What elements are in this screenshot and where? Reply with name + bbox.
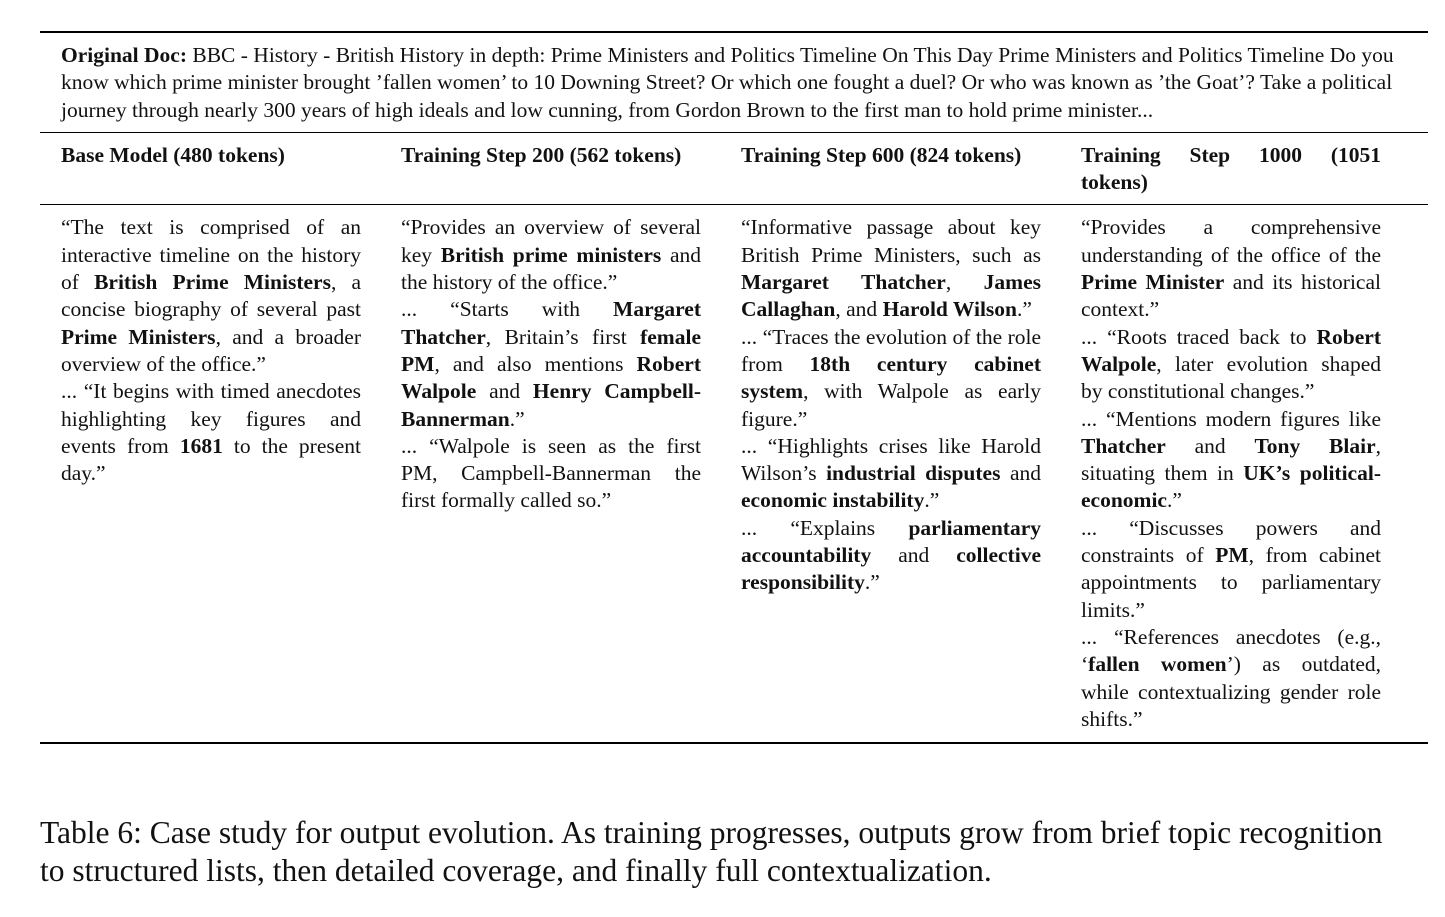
- table-caption: Table 6: Case study for output evolution…: [40, 815, 1383, 888]
- bold-term: British prime ministers: [440, 242, 662, 267]
- output-quote: “Provides a comprehensive understanding …: [1081, 214, 1381, 323]
- quote-text: .”: [1017, 297, 1032, 322]
- output-quote: “Provides an overview of several key Bri…: [401, 214, 701, 296]
- quote-text: ,: [945, 270, 984, 295]
- bold-term: economic instability: [741, 488, 925, 513]
- output-base-model: “The text is comprised of an interactive…: [61, 214, 361, 487]
- quote-text: and: [871, 543, 957, 568]
- bold-term: Margaret Thatcher: [741, 270, 946, 295]
- header-step-200: Training Step 200 (562 tokens): [401, 142, 682, 167]
- bold-term: Prime Ministers: [61, 324, 216, 349]
- quote-text: .”: [924, 488, 940, 513]
- quote-text: and: [1165, 433, 1255, 458]
- quote-text: , and: [835, 297, 883, 322]
- original-doc-label: Original Doc:: [61, 43, 187, 67]
- quote-text: and: [476, 379, 533, 404]
- table-bottom-rule: [40, 742, 1428, 745]
- body-cell-base: “The text is comprised of an interactive…: [40, 214, 380, 733]
- quote-text: ... “Roots traced back to: [1081, 324, 1317, 349]
- bold-term: PM: [1215, 543, 1249, 568]
- header-step-600: Training Step 600 (824 tokens): [741, 142, 1022, 167]
- output-quote: ... “Mentions modern figures like Thatch…: [1081, 406, 1381, 515]
- quote-text: and: [1000, 461, 1041, 486]
- output-quote: ... “Traces the evolution of the role fr…: [741, 324, 1041, 433]
- quote-text: .”: [864, 570, 880, 595]
- header-cell-base: Base Model (480 tokens): [40, 142, 380, 197]
- output-quote: ... “Explains parliamentary accountabili…: [741, 515, 1041, 597]
- output-quote: ... “Highlights crises like Harold Wilso…: [741, 433, 1041, 515]
- quote-text: ... “Mentions modern figures like: [1081, 406, 1381, 431]
- output-quote: ... “It begins with timed anecdotes high…: [61, 378, 361, 487]
- output-quote: ... “Roots traced back to Robert Walpole…: [1081, 324, 1381, 406]
- bold-term: 1681: [179, 433, 223, 458]
- quote-text: ... “Walpole is seen as the first PM, Ca…: [401, 433, 701, 513]
- bold-term: Thatcher: [1081, 433, 1166, 458]
- bold-term: Harold Wilson: [882, 297, 1017, 322]
- output-quote: ... “Starts with Margaret Thatcher, Brit…: [401, 296, 701, 432]
- header-cell-step200: Training Step 200 (562 tokens): [380, 142, 720, 197]
- output-step-200: “Provides an overview of several key Bri…: [401, 214, 701, 514]
- output-step-600: “Informative passage about key British P…: [741, 214, 1041, 596]
- header-cell-step1000: Training Step 1000 (1051 tokens): [1060, 142, 1400, 197]
- quote-text: , Britain’s first: [485, 324, 641, 349]
- quote-text: .”: [509, 406, 525, 431]
- body-cell-step1000: “Provides a comprehensive understanding …: [1060, 214, 1400, 733]
- quote-text: ... “Starts with: [401, 297, 614, 322]
- header-step-1000: Training Step 1000 (1051 tokens): [1081, 142, 1381, 195]
- case-study-table: Original Doc: BBC - History - British Hi…: [40, 31, 1428, 745]
- output-step-1000: “Provides a comprehensive understanding …: [1081, 214, 1381, 733]
- output-quote: “The text is comprised of an interactive…: [61, 214, 361, 378]
- quote-text: , and also mentions: [434, 351, 637, 376]
- bold-term: industrial disputes: [826, 461, 1001, 486]
- bold-term: Prime Minister: [1081, 270, 1225, 295]
- header-cell-step600: Training Step 600 (824 tokens): [720, 142, 1060, 197]
- original-doc-row: Original Doc: BBC - History - British Hi…: [40, 33, 1428, 132]
- header-base-model: Base Model (480 tokens): [61, 142, 285, 167]
- quote-text: “Provides a comprehensive understanding …: [1081, 215, 1381, 267]
- bold-term: fallen women: [1088, 652, 1227, 677]
- body-cell-step200: “Provides an overview of several key Bri…: [380, 214, 720, 733]
- output-quote: ... “References anecdotes (e.g., ‘fallen…: [1081, 624, 1381, 733]
- original-doc-text: BBC - History - British History in depth…: [61, 43, 1394, 122]
- quote-text: ... “Explains: [741, 515, 909, 540]
- body-row: “The text is comprised of an interactive…: [40, 205, 1428, 742]
- output-quote: ... “Walpole is seen as the first PM, Ca…: [401, 433, 701, 515]
- quote-text: “Informative passage about key British P…: [741, 215, 1041, 267]
- output-quote: “Informative passage about key British P…: [741, 214, 1041, 323]
- bold-term: British Prime Ministers: [94, 270, 331, 295]
- header-row: Base Model (480 tokens) Training Step 20…: [40, 133, 1428, 205]
- quote-text: .”: [1166, 488, 1182, 513]
- output-quote: ... “Discusses powers and constraints of…: [1081, 515, 1381, 624]
- body-cell-step600: “Informative passage about key British P…: [720, 214, 1060, 733]
- bold-term: Tony Blair: [1254, 433, 1376, 458]
